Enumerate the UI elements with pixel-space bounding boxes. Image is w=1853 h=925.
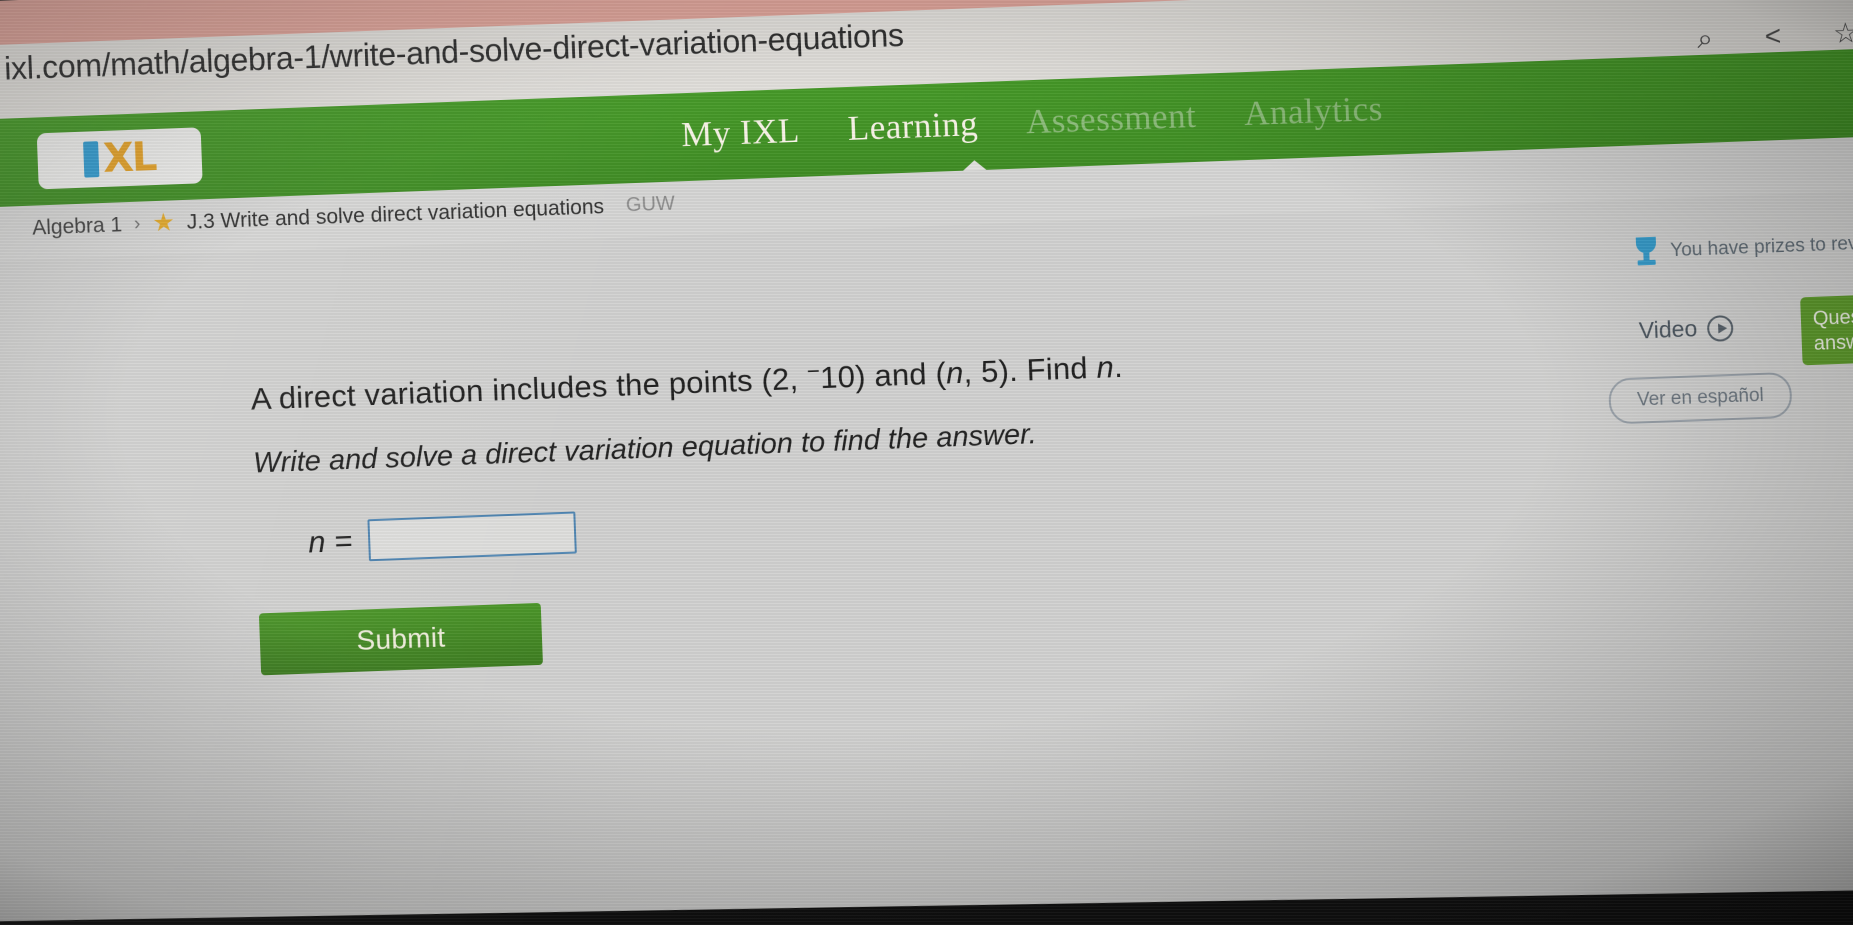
video-label: Video xyxy=(1638,315,1698,344)
question-instruction: Write and solve a direct variation equat… xyxy=(252,418,1038,480)
nav-item-assessment[interactable]: Assessment xyxy=(1025,96,1197,142)
prompt-variable-n: n xyxy=(945,354,965,391)
answer-input[interactable] xyxy=(367,511,577,562)
skill-code: GUW xyxy=(625,192,676,217)
questions-answered-badge[interactable]: Questions answered xyxy=(1800,293,1853,366)
bookmark-star-icon[interactable]: ☆ xyxy=(1833,17,1853,49)
main-navigation: My IXL Learning Assessment Analytics xyxy=(680,89,1383,155)
share-icon[interactable]: < xyxy=(1764,20,1782,52)
nav-item-learning[interactable]: Learning xyxy=(847,104,979,149)
prompt-part-d: . xyxy=(1113,348,1124,385)
prompt-part-b: 10) and ( xyxy=(819,355,947,396)
trophy-icon xyxy=(1632,236,1661,268)
answer-row: n = xyxy=(307,511,577,563)
ixl-logo[interactable]: XL xyxy=(36,127,203,190)
browser-window: nd y ✕ Mix diario 3 | Spotify Playlist i… xyxy=(0,0,1853,925)
play-icon[interactable] xyxy=(1706,314,1734,342)
breadcrumb-skill-title: J.3 Write and solve direct variation equ… xyxy=(186,194,605,234)
negative-sign: − xyxy=(806,358,821,384)
breadcrumb-subject[interactable]: Algebra 1 xyxy=(32,213,123,240)
photographed-screen: nd y ✕ Mix diario 3 | Spotify Playlist i… xyxy=(0,0,1853,925)
question-prompt: A direct variation includes the points (… xyxy=(250,347,1123,418)
star-icon[interactable]: ★ xyxy=(152,208,175,237)
submit-button[interactable]: Submit xyxy=(258,602,543,676)
prompt-part-c: , 5). Find xyxy=(962,349,1098,390)
video-link[interactable]: Video xyxy=(1638,314,1734,345)
spanish-toggle-button[interactable]: Ver en español xyxy=(1608,371,1793,425)
prize-notice[interactable]: You have prizes to reveal! xyxy=(1632,228,1853,268)
answer-label: n = xyxy=(307,522,353,560)
prize-text: You have prizes to reveal! xyxy=(1669,232,1853,262)
logo-xl-text: XL xyxy=(102,134,157,182)
logo-i-bar xyxy=(83,141,100,178)
browser-actions: ⌕ < ☆ xyxy=(1697,17,1853,54)
question-area: A direct variation includes the points (… xyxy=(0,189,1853,925)
search-icon[interactable]: ⌕ xyxy=(1697,22,1714,54)
prompt-part-a: A direct variation includes the points (… xyxy=(250,360,808,417)
nav-item-my-ixl[interactable]: My IXL xyxy=(680,111,800,155)
breadcrumb-separator-icon: › xyxy=(133,213,141,235)
nav-item-analytics[interactable]: Analytics xyxy=(1243,89,1383,134)
prompt-variable-n-2: n xyxy=(1095,349,1115,385)
